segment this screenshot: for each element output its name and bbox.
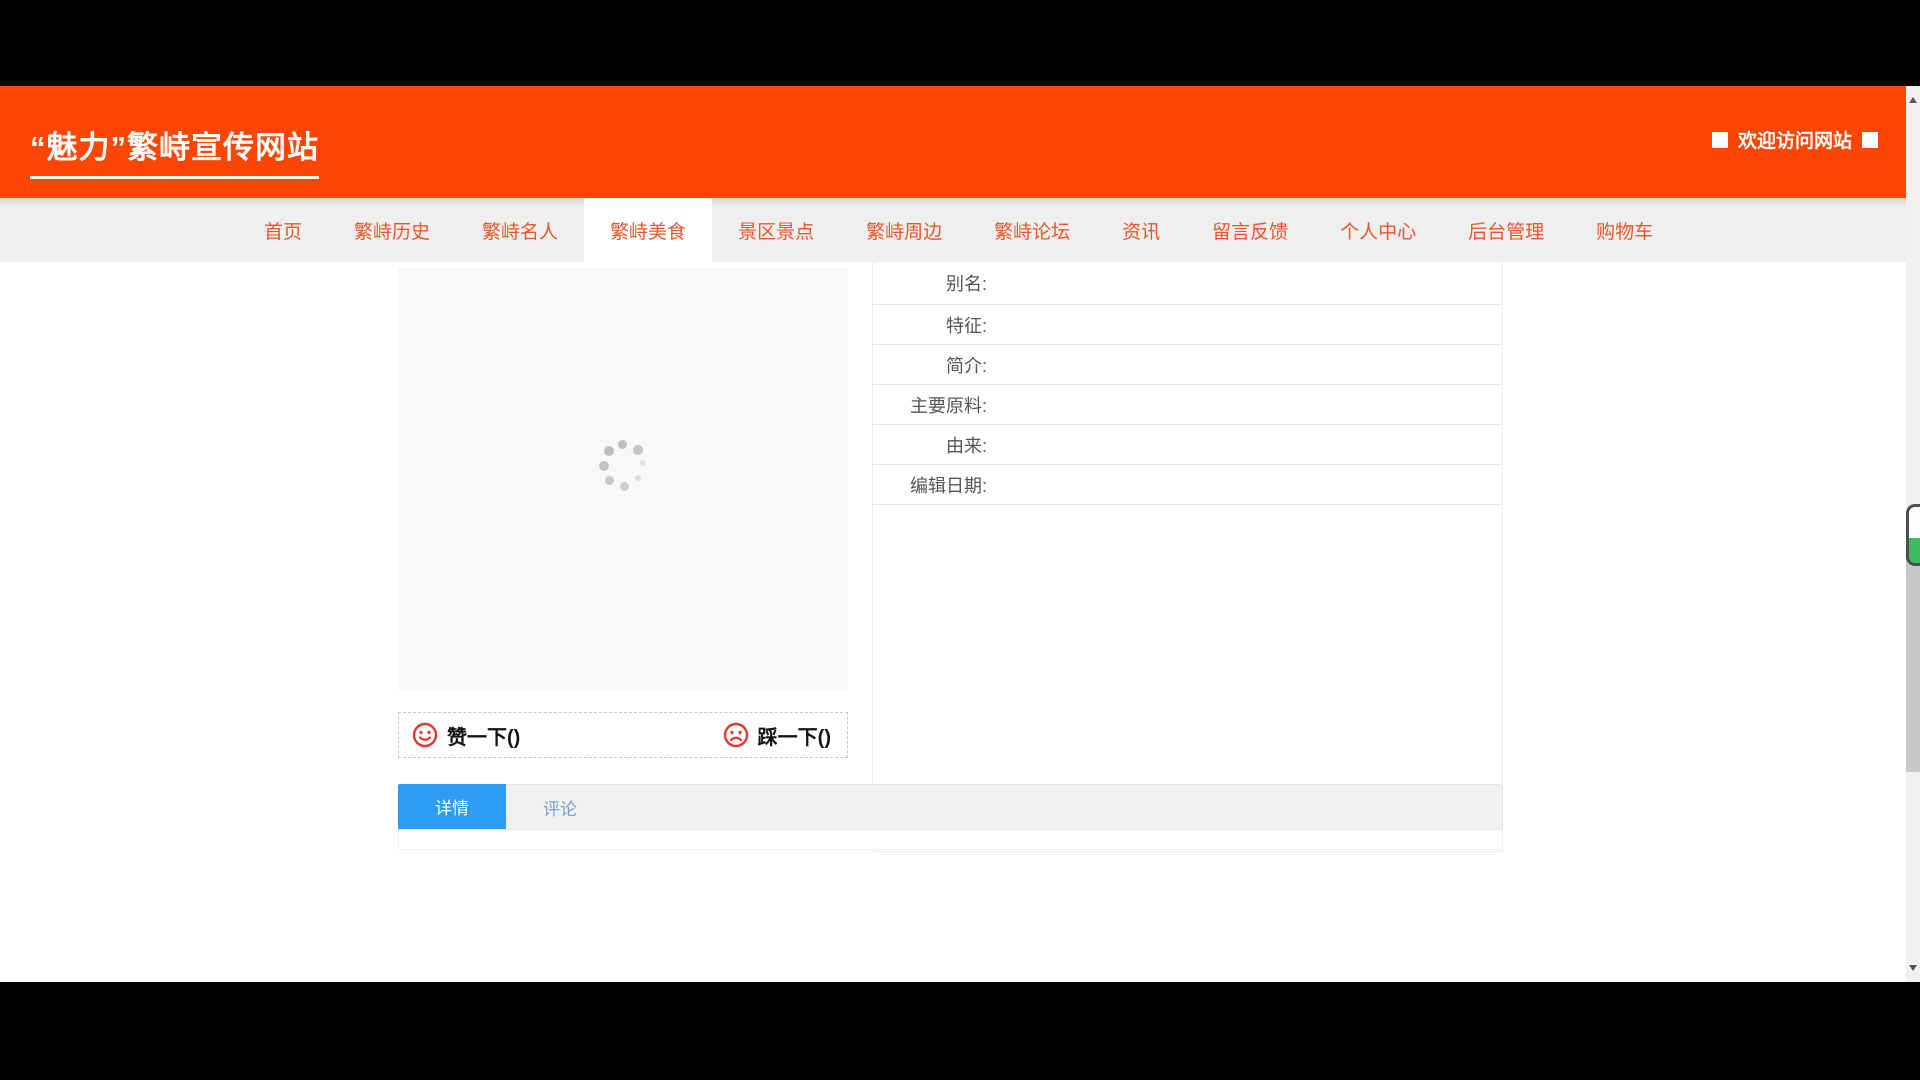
field-label-origin: 由来:	[873, 432, 987, 458]
browser-viewport: “魅力”繁峙宣传网站 欢迎访问网站 首页 繁峙历史 繁峙名人 繁峙美食 景区景点…	[0, 86, 1906, 982]
nav-item-admin[interactable]: 后台管理	[1442, 198, 1570, 262]
table-row: 编辑日期:	[873, 465, 1502, 505]
nav-item-history[interactable]: 繁峙历史	[328, 198, 456, 262]
square-glyph	[1862, 132, 1878, 148]
site-title: “魅力”繁峙宣传网站	[30, 122, 319, 179]
nav-item-cart[interactable]: 购物车	[1570, 198, 1679, 262]
tab-details[interactable]: 详情	[398, 784, 506, 829]
nav-item-celebrities[interactable]: 繁峙名人	[456, 198, 584, 262]
scrollbar-thumb[interactable]	[1906, 538, 1920, 772]
square-glyph	[1712, 132, 1728, 148]
table-row: 由来:	[873, 425, 1502, 465]
nav-item-news[interactable]: 资讯	[1096, 198, 1186, 262]
field-label-ingredients: 主要原料:	[873, 392, 987, 418]
table-row: 特征:	[873, 305, 1502, 345]
like-button[interactable]: 赞一下()	[412, 721, 520, 750]
nav-item-home[interactable]: 首页	[238, 198, 328, 262]
field-label-features: 特征:	[873, 312, 987, 338]
nav-item-forum[interactable]: 繁峙论坛	[968, 198, 1096, 262]
main-nav: 首页 繁峙历史 繁峙名人 繁峙美食 景区景点 繁峙周边 繁峙论坛 资讯 留言反馈…	[0, 198, 1906, 262]
nav-item-personal-center[interactable]: 个人中心	[1314, 198, 1442, 262]
like-label: 赞一下()	[447, 721, 520, 750]
nav-item-food[interactable]: 繁峙美食	[584, 198, 712, 262]
table-row: 简介:	[873, 345, 1502, 385]
field-label-alias: 别名:	[873, 270, 987, 296]
vote-strip: 赞一下() 踩一下()	[398, 712, 848, 758]
loading-spinner	[598, 440, 650, 492]
nav-item-scenic-spots[interactable]: 景区景点	[712, 198, 840, 262]
sad-face-icon	[723, 722, 749, 748]
tab-content-empty	[398, 830, 1503, 850]
battery-indicator-widget	[1906, 504, 1920, 566]
food-image-placeholder	[398, 268, 848, 690]
field-label-edit-date: 编辑日期:	[873, 472, 987, 498]
detail-comment-tabs: 详情 评论	[398, 784, 1503, 850]
content-area: 别名: 特征: 简介: 主要原料: 由来: 编辑日期:	[0, 262, 1906, 982]
dislike-button[interactable]: 踩一下()	[723, 721, 831, 750]
triangle-up-icon	[1909, 97, 1917, 103]
smiley-face-icon	[412, 722, 438, 748]
nav-item-feedback[interactable]: 留言反馈	[1186, 198, 1314, 262]
table-row: 别名:	[873, 262, 1502, 305]
site-header: “魅力”繁峙宣传网站 欢迎访问网站	[0, 86, 1906, 198]
tab-strip: 详情 评论	[398, 784, 1503, 830]
nav-item-surroundings[interactable]: 繁峙周边	[840, 198, 968, 262]
field-label-intro: 简介:	[873, 352, 987, 378]
welcome-banner: 欢迎访问网站	[1712, 126, 1878, 153]
food-detail-table: 别名: 特征: 简介: 主要原料: 由来: 编辑日期:	[872, 262, 1503, 852]
welcome-text: 欢迎访问网站	[1738, 126, 1852, 153]
scroll-down-button[interactable]	[1906, 960, 1920, 976]
scroll-up-button[interactable]	[1906, 92, 1920, 108]
triangle-down-icon	[1909, 965, 1917, 971]
table-row: 主要原料:	[873, 385, 1502, 425]
dislike-label: 踩一下()	[758, 721, 831, 750]
tab-comments[interactable]: 评论	[506, 785, 614, 829]
